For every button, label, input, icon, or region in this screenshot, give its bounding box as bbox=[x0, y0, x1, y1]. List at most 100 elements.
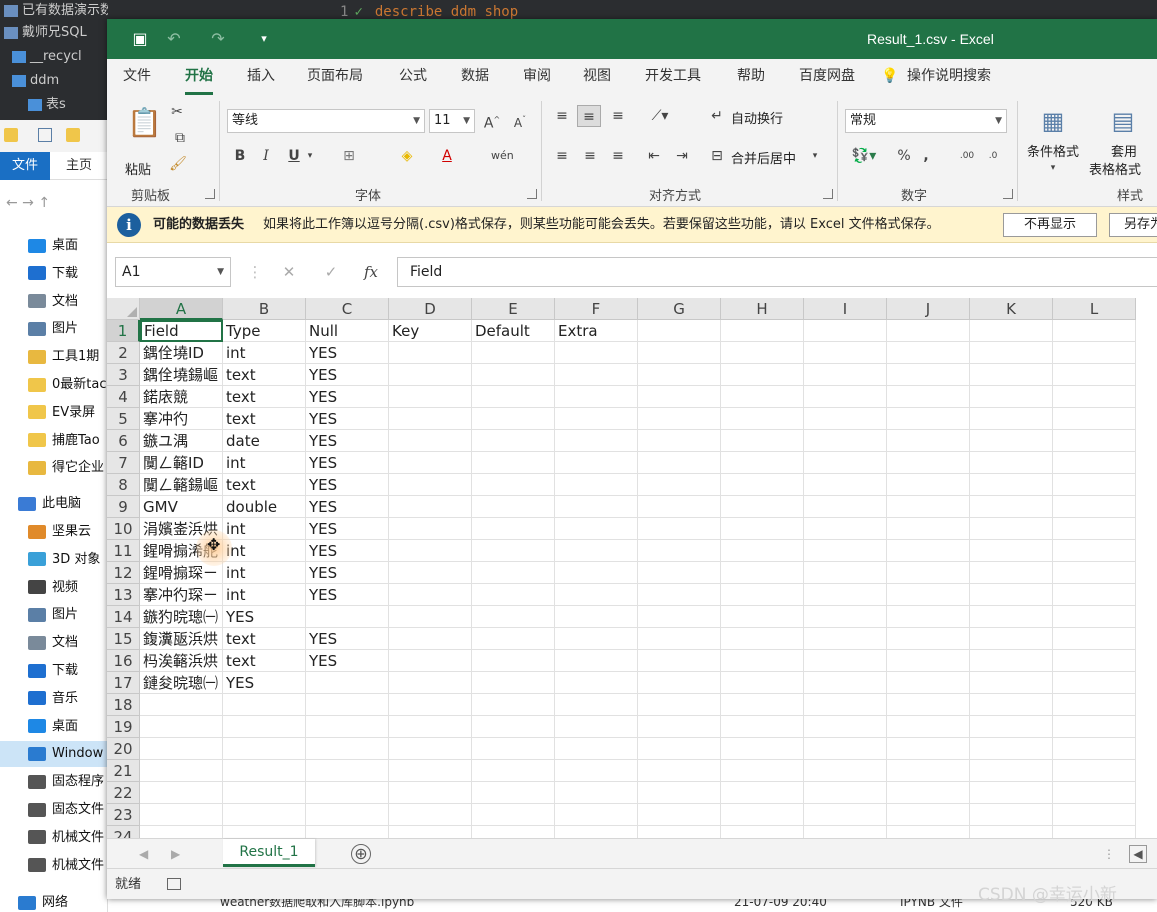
cell[interactable] bbox=[887, 540, 970, 562]
row-header[interactable]: 12 bbox=[107, 562, 140, 584]
checklist-icon[interactable] bbox=[38, 128, 52, 142]
cell[interactable] bbox=[970, 584, 1053, 606]
cell[interactable] bbox=[472, 782, 555, 804]
cell[interactable] bbox=[970, 364, 1053, 386]
row-header[interactable]: 22 bbox=[107, 782, 140, 804]
cell[interactable] bbox=[638, 408, 721, 430]
cell[interactable] bbox=[555, 672, 638, 694]
column-header[interactable]: H bbox=[721, 298, 804, 320]
column-header[interactable]: J bbox=[887, 298, 970, 320]
cell[interactable] bbox=[804, 342, 887, 364]
cell[interactable] bbox=[472, 562, 555, 584]
cell[interactable] bbox=[804, 584, 887, 606]
row-header[interactable]: 3 bbox=[107, 364, 140, 386]
cell[interactable] bbox=[970, 672, 1053, 694]
decrease-decimal-icon[interactable]: .0 bbox=[983, 145, 1003, 167]
cell[interactable]: 闃ㄥ簵鍚嶇 bbox=[140, 474, 223, 496]
cell[interactable] bbox=[970, 826, 1053, 838]
paste-label[interactable]: 粘贴 bbox=[125, 159, 151, 178]
cell[interactable] bbox=[970, 496, 1053, 518]
cell[interactable] bbox=[1053, 562, 1136, 584]
cell[interactable] bbox=[472, 628, 555, 650]
cell[interactable] bbox=[223, 694, 306, 716]
cell[interactable] bbox=[970, 320, 1053, 342]
cell[interactable] bbox=[638, 694, 721, 716]
nav-item[interactable]: 固态文件 bbox=[0, 797, 108, 823]
nav-item[interactable]: 坚果云 bbox=[0, 519, 108, 545]
cell[interactable] bbox=[970, 452, 1053, 474]
cell[interactable] bbox=[389, 782, 472, 804]
nav-item[interactable]: 得它企业 bbox=[0, 455, 108, 481]
nav-item[interactable]: 捕鹿Tao bbox=[0, 428, 108, 454]
cell[interactable] bbox=[804, 540, 887, 562]
cell[interactable] bbox=[804, 760, 887, 782]
cell[interactable] bbox=[721, 540, 804, 562]
cell[interactable] bbox=[970, 628, 1053, 650]
row-header[interactable]: 18 bbox=[107, 694, 140, 716]
cell[interactable] bbox=[1053, 804, 1136, 826]
nav-item[interactable]: 图片 bbox=[0, 316, 108, 342]
cell[interactable]: YES bbox=[306, 628, 389, 650]
cell[interactable] bbox=[306, 606, 389, 628]
cell[interactable] bbox=[555, 694, 638, 716]
cell[interactable] bbox=[1053, 474, 1136, 496]
cell[interactable] bbox=[389, 386, 472, 408]
cell[interactable] bbox=[389, 474, 472, 496]
cell[interactable] bbox=[140, 760, 223, 782]
cell[interactable] bbox=[555, 826, 638, 838]
cell[interactable] bbox=[887, 452, 970, 474]
cell[interactable]: text bbox=[223, 386, 306, 408]
menu-tab[interactable]: 文件 bbox=[123, 59, 151, 95]
cell[interactable] bbox=[555, 650, 638, 672]
align-right-icon[interactable]: ≡ bbox=[607, 145, 629, 167]
cell[interactable] bbox=[555, 386, 638, 408]
cell[interactable] bbox=[638, 650, 721, 672]
dont-show-again-button[interactable]: 不再显示 bbox=[1003, 213, 1097, 237]
menu-tab[interactable]: 开发工具 bbox=[645, 59, 701, 95]
cell[interactable] bbox=[887, 474, 970, 496]
cell[interactable]: YES bbox=[306, 364, 389, 386]
explorer-nav-arrows[interactable]: ← → ↑ bbox=[0, 195, 108, 219]
cell[interactable]: YES bbox=[306, 518, 389, 540]
cell[interactable] bbox=[472, 584, 555, 606]
db-tree-item[interactable]: ddm bbox=[0, 70, 108, 92]
cell[interactable]: YES bbox=[223, 606, 306, 628]
nav-item[interactable]: 机械文件 bbox=[0, 853, 108, 879]
cell[interactable] bbox=[389, 452, 472, 474]
chevron-down-icon[interactable]: ▾ bbox=[1047, 157, 1059, 179]
nav-item[interactable]: 文档 bbox=[0, 289, 108, 315]
cell[interactable] bbox=[970, 782, 1053, 804]
cell[interactable] bbox=[638, 342, 721, 364]
cell[interactable] bbox=[555, 408, 638, 430]
nav-item[interactable]: Window bbox=[0, 741, 108, 768]
cell[interactable] bbox=[721, 606, 804, 628]
more-options-icon[interactable]: ⋮ bbox=[243, 257, 267, 287]
cell[interactable] bbox=[555, 452, 638, 474]
cell[interactable] bbox=[472, 760, 555, 782]
db-tree-item[interactable]: 表s bbox=[0, 94, 108, 116]
row-header[interactable]: 13 bbox=[107, 584, 140, 606]
cell[interactable] bbox=[804, 562, 887, 584]
column-header[interactable]: D bbox=[389, 298, 472, 320]
cell[interactable] bbox=[1053, 518, 1136, 540]
active-cell[interactable]: Field bbox=[140, 320, 223, 342]
scroll-left-icon[interactable]: ◀ bbox=[1129, 845, 1147, 863]
cell[interactable] bbox=[721, 320, 804, 342]
cell[interactable]: text bbox=[223, 364, 306, 386]
cell[interactable] bbox=[804, 716, 887, 738]
nav-item[interactable]: 机械文件 bbox=[0, 825, 108, 851]
menu-tab[interactable]: 审阅 bbox=[523, 59, 551, 95]
cell[interactable] bbox=[223, 826, 306, 838]
cell[interactable] bbox=[306, 672, 389, 694]
cell[interactable]: 鍝佺墝鍚嶇 bbox=[140, 364, 223, 386]
cell[interactable] bbox=[804, 320, 887, 342]
merge-center-icon[interactable]: ⊟ bbox=[707, 145, 727, 167]
cell[interactable] bbox=[1053, 738, 1136, 760]
cell[interactable]: Null bbox=[306, 320, 389, 342]
redo-icon[interactable]: ↷ bbox=[207, 28, 229, 50]
cell[interactable] bbox=[389, 672, 472, 694]
comma-style-button[interactable]: , bbox=[919, 145, 933, 167]
cell[interactable] bbox=[721, 672, 804, 694]
cell[interactable]: int bbox=[223, 540, 306, 562]
cell[interactable] bbox=[721, 804, 804, 826]
